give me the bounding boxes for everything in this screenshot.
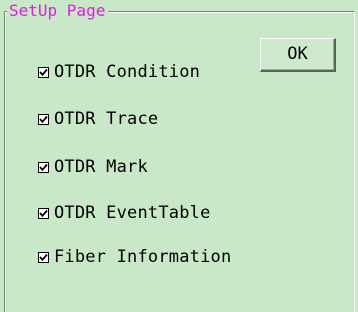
otdr-eventtable-label: OTDR EventTable [54,203,211,223]
checkmark-icon [39,163,48,171]
otdr-trace-label: OTDR Trace [54,109,159,129]
checkmark-icon [39,68,48,76]
option-otdr-eventtable[interactable]: OTDR EventTable [38,202,211,224]
option-otdr-condition[interactable]: OTDR Condition [38,61,200,83]
otdr-condition-checkbox[interactable] [38,66,49,78]
checkmark-icon [39,115,48,123]
ok-button[interactable]: OK [260,38,336,72]
otdr-eventtable-checkbox[interactable] [38,207,49,219]
option-otdr-trace[interactable]: OTDR Trace [38,108,158,130]
otdr-trace-checkbox[interactable] [38,113,49,125]
option-fiber-information[interactable]: Fiber Information [38,246,231,268]
setup-page-title: SetUp Page [7,2,109,20]
option-otdr-mark[interactable]: OTDR Mark [38,156,148,178]
otdr-mark-label: OTDR Mark [54,157,148,177]
otdr-condition-label: OTDR Condition [54,62,201,82]
otdr-mark-checkbox[interactable] [38,161,49,173]
checkmark-icon [39,253,48,261]
fiber-information-label: Fiber Information [54,247,232,267]
fiber-information-checkbox[interactable] [38,251,49,263]
checkmark-icon [39,209,48,217]
